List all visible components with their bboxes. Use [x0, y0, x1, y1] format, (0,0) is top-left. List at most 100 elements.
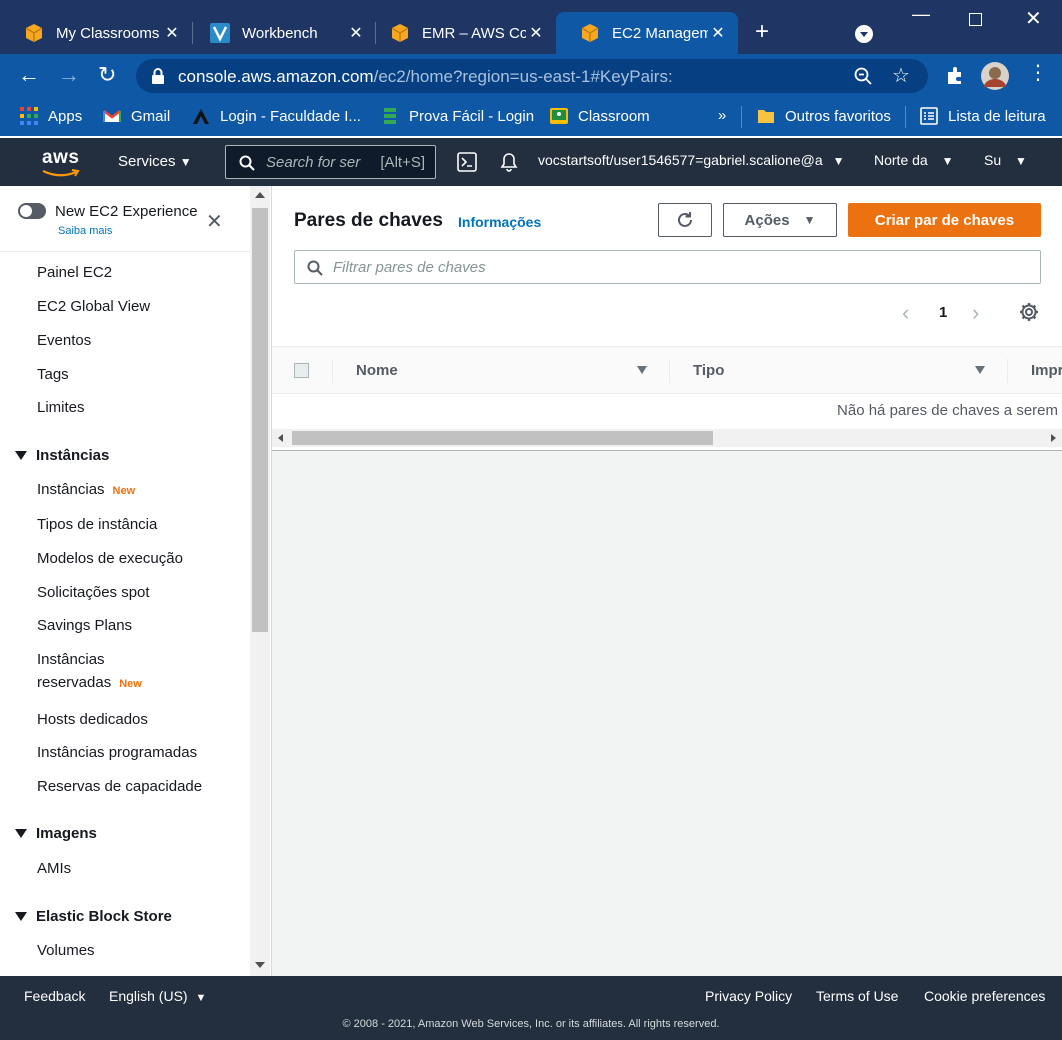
- table-horizontal-scrollbar[interactable]: [272, 429, 1062, 447]
- scrollbar-thumb[interactable]: [292, 431, 713, 445]
- sort-caret-icon[interactable]: [637, 366, 647, 374]
- sidebar-item-eventos[interactable]: Eventos: [37, 332, 91, 349]
- caret-down-icon[interactable]: [15, 451, 27, 460]
- sidebar-item-volumes[interactable]: Volumes: [37, 942, 95, 959]
- copyright-text: © 2008 - 2021, Amazon Web Services, Inc.…: [342, 1018, 720, 1030]
- filter-input[interactable]: Filtrar pares de chaves: [294, 250, 1041, 284]
- info-link[interactable]: Informações: [458, 214, 541, 230]
- learn-more-link[interactable]: Saiba mais: [58, 225, 112, 237]
- page-number[interactable]: 1: [939, 304, 947, 321]
- bookmark-login-faculdade[interactable]: Login - Faculdade I...: [192, 107, 361, 125]
- caret-down-icon[interactable]: [15, 829, 27, 838]
- bookmark-gmail[interactable]: Gmail: [103, 107, 170, 125]
- sidebar-item-modelos-de-execucao[interactable]: Modelos de execução: [37, 550, 183, 567]
- close-icon[interactable]: ✕: [708, 23, 728, 43]
- table-header: Nome Tipo Impr: [272, 346, 1062, 394]
- tab-ec2-management[interactable]: EC2 Manageme ✕: [556, 12, 738, 54]
- sidebar-item-instancias[interactable]: Instâncias New: [37, 481, 135, 498]
- terms-of-use-link[interactable]: Terms of Use: [816, 988, 898, 1004]
- next-page-icon[interactable]: ›: [972, 300, 979, 326]
- close-icon[interactable]: ✕: [346, 23, 366, 43]
- cookie-preferences-link[interactable]: Cookie preferences: [924, 988, 1045, 1004]
- privacy-policy-link[interactable]: Privacy Policy: [705, 988, 792, 1004]
- scroll-down-arrow-icon[interactable]: [255, 962, 265, 968]
- new-badge: New: [119, 678, 142, 690]
- language-selector[interactable]: English (US) ▼: [109, 988, 206, 1004]
- cloudshell-icon[interactable]: [457, 152, 477, 172]
- tab-emr[interactable]: EMR – AWS Con ✕: [366, 12, 556, 54]
- sidebar-item-tags[interactable]: Tags: [37, 366, 69, 383]
- section-instancias[interactable]: Instâncias: [36, 447, 109, 464]
- bookmark-outros-favoritos[interactable]: Outros favoritos: [757, 107, 891, 125]
- window-close-icon[interactable]: ✕: [1025, 6, 1042, 31]
- sidebar-item-amis[interactable]: AMIs: [37, 860, 71, 877]
- new-ec2-experience-toggle[interactable]: [18, 203, 46, 219]
- minimize-icon[interactable]: —: [912, 4, 930, 25]
- aws-logo[interactable]: aws: [42, 147, 80, 177]
- sidebar-item-painel-ec2[interactable]: Painel EC2: [37, 264, 112, 281]
- sidebar-item-reservas-de-capacidade[interactable]: Reservas de capacidade: [37, 778, 202, 795]
- zoom-icon[interactable]: [854, 67, 872, 85]
- services-menu[interactable]: Services ▼: [118, 153, 192, 170]
- sort-caret-icon[interactable]: [975, 366, 985, 374]
- main-content: Pares de chaves Informações Ações ▼ Cria…: [272, 186, 1062, 976]
- section-imagens[interactable]: Imagens: [36, 825, 97, 842]
- reload-icon[interactable]: ↻: [98, 64, 116, 86]
- bookmark-label: Gmail: [131, 107, 171, 125]
- column-header-nome[interactable]: Nome: [356, 362, 398, 379]
- bell-icon[interactable]: [499, 152, 519, 172]
- close-icon[interactable]: ✕: [162, 23, 182, 43]
- address-bar[interactable]: console.aws.amazon.com/ec2/home?region=u…: [136, 59, 928, 93]
- close-icon[interactable]: ✕: [526, 23, 546, 43]
- new-tab-button[interactable]: +: [755, 18, 769, 46]
- close-sidebar-icon[interactable]: ✕: [206, 209, 223, 234]
- sidebar-item-solicitacoes-spot[interactable]: Solicitações spot: [37, 584, 150, 601]
- select-all-checkbox[interactable]: [294, 363, 309, 378]
- aws-search-input[interactable]: Search for ser [Alt+S]: [225, 145, 436, 179]
- sidebar-item-ec2-global-view[interactable]: EC2 Global View: [37, 298, 150, 315]
- chrome-menu-icon[interactable]: ⋮: [1028, 62, 1048, 84]
- bookmark-prova-facil[interactable]: Prova Fácil - Login: [381, 107, 534, 125]
- profile-avatar-icon[interactable]: [980, 61, 1010, 91]
- sidebar-scrollbar-thumb[interactable]: [252, 208, 268, 632]
- gear-icon[interactable]: [1019, 302, 1039, 322]
- sidebar-item-instancias-programadas[interactable]: Instâncias programadas: [37, 744, 197, 761]
- maximize-icon[interactable]: [969, 13, 982, 26]
- vocareum-icon: [210, 23, 230, 43]
- sidebar-item-savings-plans[interactable]: Savings Plans: [37, 617, 132, 634]
- bookmark-apps[interactable]: Apps: [20, 107, 82, 125]
- bookmark-label: Outros favoritos: [785, 107, 891, 125]
- sidebar-item-tipos-de-instancia[interactable]: Tipos de instância: [37, 516, 157, 533]
- column-header-tipo[interactable]: Tipo: [693, 362, 724, 379]
- forward-icon[interactable]: →: [58, 64, 80, 86]
- bookmark-star-icon[interactable]: ☆: [892, 63, 910, 88]
- language-label: English (US): [109, 988, 188, 1004]
- column-header-impressao[interactable]: Impr: [1031, 362, 1062, 379]
- actions-button[interactable]: Ações ▼: [723, 203, 837, 237]
- region-menu[interactable]: Norte da ▼: [874, 152, 953, 168]
- tab-my-classrooms[interactable]: My Classrooms ✕: [0, 12, 192, 54]
- support-menu[interactable]: Su ▼: [984, 152, 1027, 168]
- bookmark-classroom[interactable]: Classroom: [550, 107, 650, 125]
- caret-down-icon[interactable]: [15, 912, 27, 921]
- back-icon[interactable]: ←: [18, 64, 40, 86]
- bookmark-label: Classroom: [578, 107, 650, 125]
- scroll-left-arrow-icon[interactable]: [278, 434, 283, 442]
- sidebar-item-instancias-reservadas[interactable]: Instâncias reservadas New: [37, 651, 142, 691]
- tab-search-icon[interactable]: [854, 24, 874, 44]
- scroll-up-arrow-icon[interactable]: [255, 192, 265, 198]
- tab-workbench[interactable]: Workbench ✕: [186, 12, 376, 54]
- lock-icon[interactable]: [151, 68, 165, 84]
- previous-page-icon[interactable]: ‹: [902, 300, 909, 326]
- bookmark-lista-de-leitura[interactable]: Lista de leitura: [920, 107, 1046, 125]
- sidebar-item-limites[interactable]: Limites: [37, 399, 85, 416]
- create-key-pair-button[interactable]: Criar par de chaves: [848, 203, 1041, 237]
- feedback-link[interactable]: Feedback: [24, 988, 85, 1004]
- sidebar-item-hosts-dedicados[interactable]: Hosts dedicados: [37, 711, 148, 728]
- account-menu[interactable]: vocstartsoft/user1546577=gabriel.scalion…: [538, 152, 844, 168]
- more-bookmarks-button[interactable]: »: [718, 107, 726, 124]
- section-elastic-block-store[interactable]: Elastic Block Store: [36, 908, 172, 925]
- refresh-button[interactable]: [658, 203, 712, 237]
- scroll-right-arrow-icon[interactable]: [1051, 434, 1056, 442]
- extensions-icon[interactable]: [945, 66, 965, 86]
